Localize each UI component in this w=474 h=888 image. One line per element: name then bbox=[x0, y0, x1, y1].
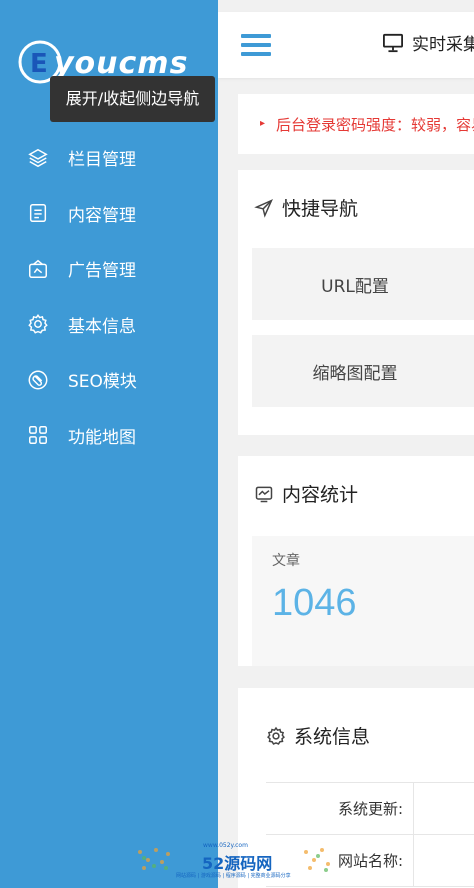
sidebar-item-content[interactable]: 内容管理 bbox=[0, 186, 218, 242]
hamburger-line bbox=[241, 43, 271, 47]
sidebar-item-seo[interactable]: SEO模块 bbox=[0, 352, 218, 408]
alert-bullet-icon: ▸ bbox=[260, 118, 266, 129]
sidebar: E youcms 展开/收起侧边导航 栏目管理 内容管理 广告管理 基本信息 S… bbox=[0, 0, 218, 888]
article-stat-label: 文章 bbox=[272, 553, 300, 569]
sidebar-item-label: 栏目管理 bbox=[68, 150, 136, 171]
menu-toggle-button[interactable] bbox=[241, 34, 271, 58]
monitor-icon bbox=[383, 33, 403, 52]
sidebar-item-ads[interactable]: 广告管理 bbox=[0, 241, 218, 297]
quick-nav-title: 快捷导航 bbox=[254, 194, 358, 221]
thumbnail-config-button[interactable]: 缩略图配置 bbox=[252, 335, 474, 407]
watermark-sub: 网站源码 | 游戏源码 | 程序源码 | 完整商业源码分享 bbox=[176, 873, 291, 879]
top-bar: 实时采集 bbox=[218, 12, 474, 78]
alert-text[interactable]: 后台登录密码强度：较弱，容易被破解 bbox=[276, 114, 474, 135]
document-icon bbox=[26, 201, 50, 225]
sidebar-item-label: SEO模块 bbox=[68, 372, 137, 393]
url-config-button[interactable]: URL配置 bbox=[252, 248, 474, 320]
system-info-title: 系统信息 bbox=[266, 722, 370, 749]
grid-icon bbox=[26, 423, 50, 447]
sidebar-item-label: 内容管理 bbox=[68, 205, 136, 226]
sidebar-item-basic-info[interactable]: 基本信息 bbox=[0, 297, 218, 353]
article-stat-value: 1046 bbox=[272, 582, 357, 624]
article-stat[interactable]: 文章 1046 bbox=[252, 536, 474, 666]
content-stats-title-label: 内容统计 bbox=[282, 484, 359, 506]
sidebar-item-label: 广告管理 bbox=[68, 261, 136, 282]
sidebar-item-columns[interactable]: 栏目管理 bbox=[0, 130, 218, 186]
ad-icon bbox=[26, 257, 50, 281]
content-stats-title: 内容统计 bbox=[254, 480, 358, 507]
watermark: www.052y.com 52源码网 网站源码 | 游戏源码 | 程序源码 | … bbox=[130, 840, 340, 884]
sidebar-toggle-tooltip: 展开/收起侧边导航 bbox=[50, 76, 215, 122]
hamburger-line bbox=[241, 52, 271, 56]
layers-icon bbox=[26, 146, 50, 170]
password-alert: ▸ 后台登录密码强度：较弱，容易被破解 bbox=[238, 94, 474, 154]
sidebar-menu: 栏目管理 内容管理 广告管理 基本信息 SEO模块 功能地图 bbox=[0, 130, 218, 463]
sidebar-item-label: 功能地图 bbox=[68, 427, 136, 448]
svg-text:E: E bbox=[30, 49, 48, 79]
system-info-title-label: 系统信息 bbox=[294, 726, 371, 748]
hamburger-line bbox=[241, 34, 271, 38]
sidebar-item-function-map[interactable]: 功能地图 bbox=[0, 408, 218, 464]
realtime-collect-label: 实时采集 bbox=[412, 35, 474, 55]
watermark-logo: 52源码网 bbox=[202, 854, 273, 873]
watermark-site: www.052y.com bbox=[203, 842, 248, 849]
realtime-collect-button[interactable]: 实时采集 bbox=[382, 30, 474, 55]
gear-icon bbox=[267, 726, 285, 745]
seo-icon bbox=[26, 368, 50, 392]
main-panel: 实时采集 ▸ 后台登录密码强度：较弱，容易被破解 快捷导航 URL配置 缩略图配… bbox=[218, 0, 474, 888]
info-key: 系统更新: bbox=[266, 783, 414, 834]
chart-monitor-icon bbox=[255, 486, 273, 502]
sidebar-item-label: 基本信息 bbox=[68, 316, 136, 337]
gear-icon bbox=[26, 312, 50, 336]
quick-nav-title-label: 快捷导航 bbox=[282, 198, 359, 220]
send-icon bbox=[254, 198, 273, 218]
table-row: 系统更新: bbox=[266, 783, 474, 835]
content-stats-card: 内容统计 文章 1046 bbox=[238, 456, 474, 666]
quick-nav-card: 快捷导航 URL配置 缩略图配置 bbox=[238, 170, 474, 435]
